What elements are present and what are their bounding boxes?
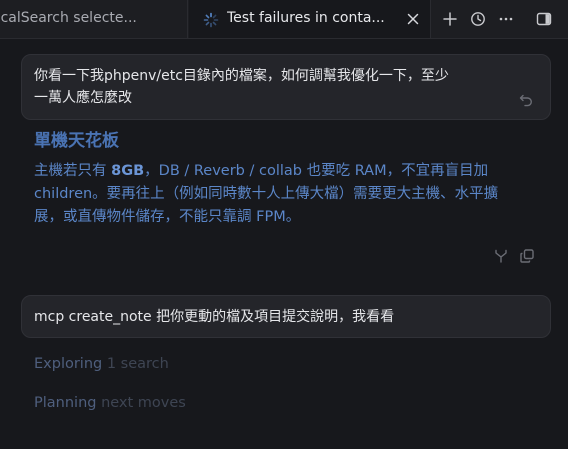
close-tab-button[interactable] <box>403 9 423 29</box>
answer-heading: 單機天花板 <box>34 131 119 151</box>
toggle-panel-button[interactable] <box>534 9 554 29</box>
answer-line: children。要再往上（例如同時數十人上傳大檔）需要更大主機、水平擴 <box>34 186 499 202</box>
plus-icon <box>443 12 457 26</box>
status-planning: Planning next moves <box>34 395 186 411</box>
spinner-icon <box>203 12 219 28</box>
fork-button[interactable] <box>492 247 510 265</box>
answer-bold-text: 8GB <box>111 163 145 179</box>
status-exploring: Exploring 1 search <box>34 356 169 372</box>
answer-text: 主機若只有 <box>34 163 112 179</box>
user-message-line: 你看一下我phpenv/etc目錄內的檔案，如何調幫我優化一下，至少 <box>34 68 449 84</box>
user-message: 你看一下我phpenv/etc目錄內的檔案，如何調幫我優化一下，至少 一萬人應怎… <box>21 54 551 120</box>
tab-local-search[interactable]: ocalSearch selecte... <box>0 0 188 38</box>
copy-button[interactable] <box>518 247 536 265</box>
tab-test-failures[interactable]: Test failures in conta... <box>189 0 431 38</box>
status-label: Exploring <box>34 356 103 372</box>
tab-bar: ocalSearch selecte... Test failures in c… <box>0 0 568 39</box>
new-chat-button[interactable] <box>440 9 460 29</box>
answer-body: 主機若只有 8GB，DB / Reverb / collab 也要吃 RAM，不… <box>34 160 539 229</box>
history-button[interactable] <box>468 9 488 29</box>
tab-label: Test failures in conta... <box>227 10 385 26</box>
answer-line: 展，或直傳物件儲存，不能只靠調 FPM。 <box>34 209 301 225</box>
user-message-line: 一萬人應怎麼改 <box>34 90 132 106</box>
close-icon <box>407 13 419 25</box>
history-icon <box>471 12 485 26</box>
answer-text: ，DB / Reverb / collab 也要吃 RAM，不宜再盲目加 <box>144 163 489 179</box>
copy-icon <box>520 249 534 263</box>
user-message: mcp create_note 把你更動的檔及項目提交說明，我看看 <box>21 295 551 338</box>
panel-toggle-icon <box>536 12 552 26</box>
status-detail: next moves <box>101 395 186 411</box>
more-options-button[interactable] <box>496 9 516 29</box>
more-icon <box>499 17 513 21</box>
answer-actions <box>492 247 542 265</box>
chat-window: ocalSearch selecte... Test failures in c… <box>0 0 568 449</box>
answer-line: 主機若只有 8GB，DB / Reverb / collab 也要吃 RAM，不… <box>34 160 539 183</box>
fork-icon <box>495 249 507 263</box>
tab-bar-actions <box>432 0 568 38</box>
undo-icon[interactable] <box>518 92 534 108</box>
tab-label: ocalSearch selecte... <box>0 10 137 26</box>
status-label: Planning <box>34 395 97 411</box>
status-detail: 1 search <box>106 356 169 372</box>
user-message-line: mcp create_note 把你更動的檔及項目提交說明，我看看 <box>34 309 395 325</box>
